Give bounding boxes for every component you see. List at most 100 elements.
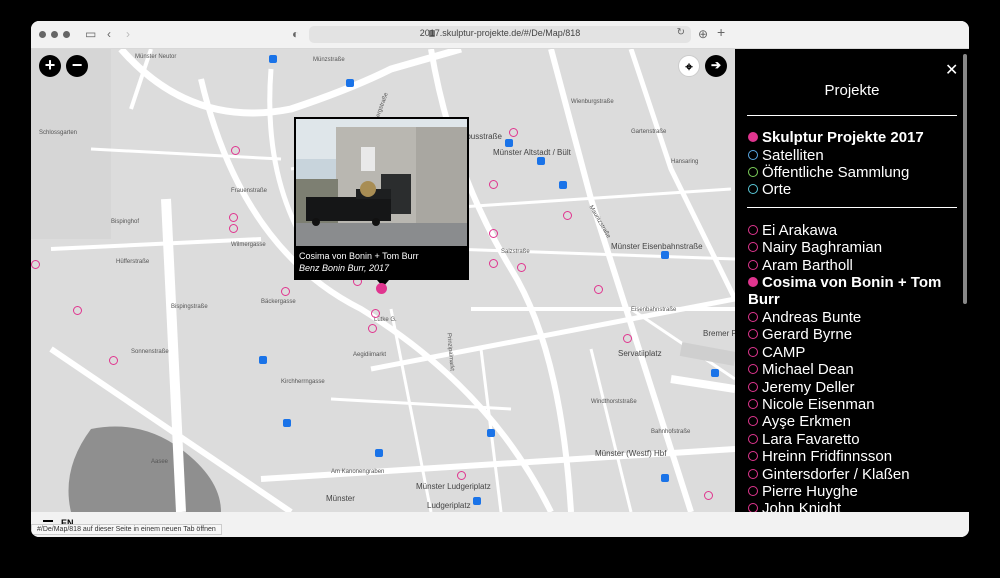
transit-stop-icon[interactable] (505, 139, 513, 147)
project-marker[interactable] (509, 128, 518, 137)
close-window-dot[interactable] (39, 31, 46, 38)
transit-stop-icon[interactable] (259, 356, 267, 364)
directions-icon[interactable]: ➔ (705, 55, 727, 77)
project-marker[interactable] (563, 211, 572, 220)
project-marker[interactable] (281, 287, 290, 296)
category-skulptur-projekte[interactable]: Skulptur Projekte 2017 (748, 129, 924, 146)
project-popup[interactable]: Cosima von Bonin + Tom Burr Benz Bonin B… (294, 117, 469, 287)
project-marker[interactable] (371, 309, 380, 318)
minimize-window-dot[interactable] (51, 31, 58, 38)
transit-stop-icon[interactable] (661, 474, 669, 482)
url-text: 2017.skulptur-projekte.de/#/De/Map/818 (419, 28, 581, 38)
place-label: Ludgeriplatz (427, 501, 471, 510)
project-marker[interactable] (229, 224, 238, 233)
artist-label: Cosima von Bonin + Tom (762, 274, 942, 291)
street-label: Aegidiimarkt (353, 352, 387, 358)
selected-project-pin[interactable] (376, 283, 387, 294)
browser-toolbar: ▭ ‹ › ◐ 2017.skulptur-projekte.de/#/De/M… (31, 21, 969, 49)
artist-item[interactable]: Hreinn Fridfinnsson (748, 448, 892, 465)
transit-stop-icon[interactable] (487, 429, 495, 437)
artist-item[interactable]: Ayşe Erkmen (748, 413, 851, 430)
artist-item[interactable]: Nicole Eisenman (748, 396, 875, 413)
artist-dot-icon (748, 486, 758, 496)
artist-label: Gintersdorfer / Klaßen (762, 466, 910, 483)
forward-icon[interactable]: › (126, 27, 130, 41)
artist-item[interactable]: Michael Dean (748, 361, 854, 378)
transit-stop-icon[interactable] (375, 449, 383, 457)
artist-item[interactable]: Jeremy Deller (748, 379, 855, 396)
project-marker[interactable] (517, 263, 526, 272)
street-label: Windthorststraße (591, 399, 637, 405)
sidebar-scrollbar[interactable] (963, 54, 967, 304)
artist-dot-icon (748, 434, 758, 444)
project-marker[interactable] (457, 471, 466, 480)
zoom-window-dot[interactable] (63, 31, 70, 38)
zoom-in-button[interactable]: + (39, 55, 61, 77)
transit-stop-icon[interactable] (346, 79, 354, 87)
project-marker[interactable] (229, 213, 238, 222)
artist-item[interactable]: John Knight (748, 500, 841, 512)
category-oeffentliche-sammlung[interactable]: Öffentliche Sammlung (748, 164, 909, 181)
artist-label: Ei Arakawa (762, 222, 838, 239)
artist-item-active[interactable]: Cosima von Bonin + Tom Burr (748, 274, 941, 308)
artist-label: John Knight (762, 500, 842, 512)
artist-item[interactable]: Andreas Bunte (748, 309, 861, 326)
zoom-out-button[interactable]: − (66, 55, 88, 77)
category-satelliten[interactable]: Satelliten (748, 147, 824, 164)
project-marker[interactable] (489, 180, 498, 189)
artist-label: Jeremy Deller (762, 379, 855, 396)
place-label: Münster Ludgeriplatz (416, 482, 491, 491)
artist-item[interactable]: Ei Arakawa (748, 222, 837, 239)
street-label: Bispinghof (111, 219, 140, 225)
category-dot-icon (748, 150, 758, 160)
artist-dot-icon (748, 399, 758, 409)
street-label: Eisenbahnstraße (631, 307, 677, 313)
artist-label: Lara Favaretto (762, 431, 860, 448)
transit-stop-icon[interactable] (559, 181, 567, 189)
transit-stop-icon[interactable] (711, 369, 719, 377)
artist-item[interactable]: Gerard Byrne (748, 326, 852, 343)
project-marker[interactable] (231, 146, 240, 155)
transit-stop-icon[interactable] (661, 251, 669, 259)
category-orte[interactable]: Orte (748, 181, 791, 198)
shield-icon[interactable]: ◐ (292, 27, 299, 41)
new-tab-icon[interactable]: + (717, 25, 725, 39)
sidebar-toggle-icon[interactable]: ▭ (85, 27, 96, 41)
street-label: Kirchherrngasse (281, 379, 325, 385)
transit-stop-icon[interactable] (269, 55, 277, 63)
artist-dot-icon (748, 225, 758, 235)
artist-item[interactable]: Gintersdorfer / Klaßen (748, 466, 910, 483)
close-icon[interactable]: ✕ (945, 60, 958, 80)
project-photo (296, 119, 467, 246)
transit-stop-icon[interactable] (473, 497, 481, 505)
artist-item[interactable]: Nairy Baghramian (748, 239, 882, 256)
map-canvas[interactable]: Münster Neutor Münzstraße Bergstraße Mün… (31, 49, 735, 512)
transit-stop-icon[interactable] (537, 157, 545, 165)
download-icon[interactable]: ⊕ (698, 27, 708, 41)
transit-stop-icon[interactable] (283, 419, 291, 427)
project-marker[interactable] (489, 259, 498, 268)
address-bar[interactable]: 2017.skulptur-projekte.de/#/De/Map/818 ↻ (309, 26, 691, 43)
artist-item[interactable]: Aram Bartholl (748, 257, 853, 274)
artist-label: Michael Dean (762, 361, 854, 378)
project-marker[interactable] (594, 285, 603, 294)
artist-dot-icon (748, 451, 758, 461)
artist-item[interactable]: CAMP (748, 344, 805, 361)
project-marker[interactable] (31, 260, 40, 269)
street-label: Frauenstraße (231, 188, 268, 194)
artist-item[interactable]: Pierre Huyghe (748, 483, 858, 500)
reload-icon[interactable]: ↻ (677, 27, 685, 38)
project-marker[interactable] (73, 306, 82, 315)
locate-icon[interactable]: ⌖ (678, 55, 700, 77)
back-icon[interactable]: ‹ (107, 27, 111, 41)
artist-dot-icon (748, 329, 758, 339)
project-marker[interactable] (623, 334, 632, 343)
project-marker[interactable] (109, 356, 118, 365)
project-marker[interactable] (704, 491, 713, 500)
street-label: Gartenstraße (631, 129, 667, 135)
artist-item[interactable]: Lara Favaretto (748, 431, 860, 448)
project-marker[interactable] (368, 324, 377, 333)
artist-dot-icon (748, 416, 758, 426)
bottom-bar: EN #/De/Map/818 auf dieser Seite in eine… (31, 512, 969, 537)
project-marker[interactable] (489, 229, 498, 238)
